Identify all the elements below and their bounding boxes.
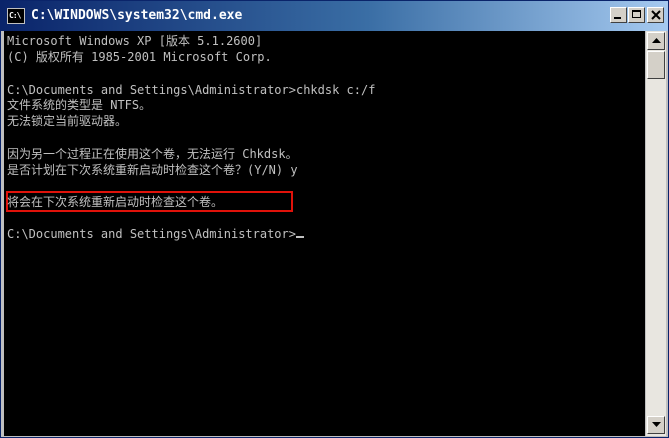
maximize-icon [632, 10, 641, 18]
title-bar[interactable]: C:\ C:\WINDOWS\system32\cmd.exe [1, 1, 668, 31]
close-icon [651, 10, 661, 20]
vertical-scrollbar[interactable] [646, 31, 666, 436]
minimize-button[interactable] [610, 7, 627, 23]
console-prompt: C:\Documents and Settings\Administrator> [7, 226, 304, 242]
cmd-icon[interactable]: C:\ [7, 8, 25, 24]
minimize-icon [614, 17, 621, 19]
scroll-thumb[interactable] [647, 51, 665, 79]
close-button[interactable] [647, 7, 664, 23]
console-line-highlighted: 将会在下次系统重新启动时检查这个卷。 [7, 195, 224, 209]
console-line: 无法锁定当前驱动器。 [7, 114, 128, 128]
arrow-up-icon [652, 38, 661, 43]
scroll-down-button[interactable] [647, 416, 665, 434]
window-title: C:\WINDOWS\system32\cmd.exe [31, 8, 243, 23]
scroll-up-button[interactable] [647, 32, 665, 50]
console-line: C:\Documents and Settings\Administrator>… [7, 83, 376, 97]
console-output[interactable]: Microsoft Windows XP [版本 5.1.2600] (C) 版… [4, 31, 645, 436]
console-line: 因为另一个过程正在使用这个卷，无法运行 Chkdsk。 [7, 147, 298, 161]
cmd-window: C:\ C:\WINDOWS\system32\cmd.exe Microsof… [0, 0, 669, 438]
console-line: (C) 版权所有 1985-2001 Microsoft Corp. [7, 50, 272, 64]
console-line: 文件系统的类型是 NTFS。 [7, 98, 152, 112]
maximize-button[interactable] [628, 7, 645, 23]
prompt-text: C:\Documents and Settings\Administrator> [7, 227, 296, 241]
console-line: Microsoft Windows XP [版本 5.1.2600] [7, 34, 263, 48]
arrow-down-icon [652, 422, 661, 427]
cmd-icon-label: C:\ [9, 11, 21, 20]
text-cursor [295, 236, 304, 238]
console-line: 是否计划在下次系统重新启动时检查这个卷？(Y/N) y [7, 163, 298, 177]
